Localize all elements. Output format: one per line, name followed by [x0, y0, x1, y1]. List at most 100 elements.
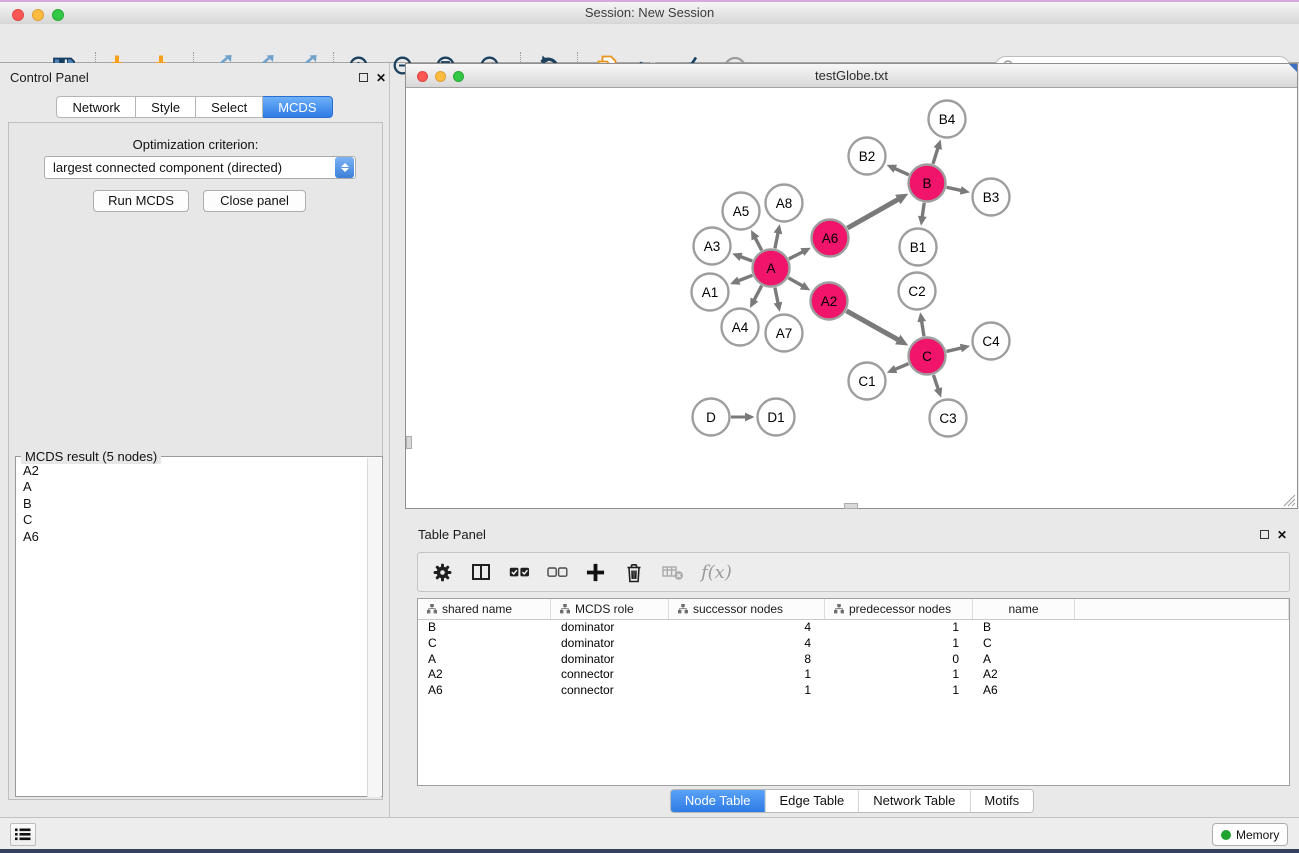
close-panel-button[interactable]: Close panel	[203, 190, 306, 212]
splitter-handle-bottom[interactable]	[844, 503, 858, 509]
graph-edge-arrowhead	[917, 312, 926, 322]
table-cell: B	[418, 620, 551, 636]
tab-style[interactable]: Style	[136, 96, 196, 118]
column-label: predecessor nodes	[849, 602, 951, 616]
network-view-window: testGlobe.txt A5A8A3AA1A4A7A6A2B2B4BB3B1…	[405, 63, 1298, 509]
column-header-successor-nodes[interactable]: successor nodes	[669, 599, 825, 619]
graph-edge-C-C2[interactable]	[922, 321, 924, 337]
graph-edge-A-A7[interactable]	[775, 288, 778, 304]
select-stepper-icon	[335, 157, 354, 178]
table-row[interactable]: Adominator80A	[418, 652, 1289, 668]
graph-node-label-B1: B1	[910, 240, 927, 255]
deselect-all-button[interactable]	[547, 563, 568, 581]
column-header-predecessor-nodes[interactable]: predecessor nodes	[825, 599, 973, 619]
close-panel-icon[interactable]: ✕	[376, 71, 386, 85]
table-cell: 1	[669, 683, 825, 699]
graph-edge-A-A1[interactable]	[738, 275, 752, 281]
table-cell: 1	[825, 636, 973, 652]
column-header-mcds-role[interactable]: MCDS role	[551, 599, 669, 619]
column-type-icon	[560, 604, 570, 614]
function-builder-button[interactable]: f(x)	[701, 562, 732, 583]
column-type-icon	[834, 604, 844, 614]
criterion-select-value: largest connected component (directed)	[45, 160, 335, 175]
graph-node-label-A4: A4	[732, 320, 749, 335]
tab-network-table[interactable]: Network Table	[858, 790, 969, 812]
resize-grip-icon[interactable]	[1282, 493, 1296, 507]
graph-edge-A-A4[interactable]	[754, 286, 762, 301]
column-type-icon	[678, 604, 688, 614]
float-table-panel-icon[interactable]	[1260, 530, 1269, 539]
float-panel-icon[interactable]	[359, 73, 368, 82]
table-cell: 1	[825, 667, 973, 683]
network-window-title: testGlobe.txt	[406, 64, 1297, 88]
splitter-handle-left[interactable]	[406, 436, 412, 449]
mcds-result-item[interactable]: A6	[16, 529, 368, 545]
graph-edge-C-C1[interactable]	[895, 364, 909, 370]
result-scrollbar[interactable]	[367, 458, 381, 797]
tab-motifs[interactable]: Motifs	[969, 790, 1033, 812]
mcds-result-item[interactable]: A	[16, 479, 368, 495]
graph-edge-A-A3[interactable]	[740, 256, 752, 261]
task-history-button[interactable]	[10, 823, 36, 846]
column-header-filler	[1075, 599, 1289, 619]
tab-mcds[interactable]: MCDS	[263, 96, 332, 118]
status-bar: Memory	[0, 817, 1299, 849]
mcds-result-item[interactable]: C	[16, 512, 368, 528]
minimize-window-button[interactable]	[32, 9, 44, 21]
network-canvas[interactable]: A5A8A3AA1A4A7A6A2B2B4BB3B1C2CC4C1C3DD1	[406, 88, 1297, 508]
graph-edge-C-C3[interactable]	[933, 375, 938, 390]
add-column-button[interactable]	[585, 562, 606, 583]
mcds-result-box: MCDS result (5 nodes) A2ABCA6	[15, 456, 383, 797]
run-mcds-button[interactable]: Run MCDS	[93, 190, 189, 212]
graph-edge-A6-B[interactable]	[847, 199, 898, 228]
table-toolbar: f(x)	[417, 552, 1290, 592]
control-panel-header: Control Panel ✕	[0, 69, 389, 87]
graph-edge-A2-C[interactable]	[846, 311, 898, 340]
delete-table-button[interactable]	[662, 563, 684, 581]
delete-columns-button[interactable]	[623, 561, 645, 584]
graph-edge-B-B1[interactable]	[922, 203, 924, 217]
close-window-button[interactable]	[12, 9, 24, 21]
graph-edge-arrowhead	[934, 387, 942, 397]
tab-node-table[interactable]: Node Table	[671, 790, 765, 812]
close-table-panel-icon[interactable]: ✕	[1277, 528, 1287, 542]
main-toolbar	[0, 24, 1299, 63]
graph-edge-B-B4[interactable]	[933, 148, 938, 164]
graph-edge-B-B2[interactable]	[894, 168, 908, 174]
column-header-shared-name[interactable]: shared name	[418, 599, 551, 619]
tab-select[interactable]: Select	[196, 96, 263, 118]
table-header-row: shared nameMCDS rolesuccessor nodes prede…	[418, 599, 1289, 620]
network-graph[interactable]: A5A8A3AA1A4A7A6A2B2B4BB3B1C2CC4C1C3DD1	[406, 88, 1297, 508]
minimize-network-window-button[interactable]	[435, 71, 446, 82]
mcds-result-item[interactable]: A2	[16, 463, 368, 479]
mcds-result-item[interactable]: B	[16, 496, 368, 512]
graph-edge-B-B3[interactable]	[947, 187, 962, 190]
memory-button[interactable]: Memory	[1212, 823, 1288, 846]
graph-edge-arrowhead	[934, 140, 942, 150]
split-view-button[interactable]	[470, 562, 492, 582]
graph-node-label-C3: C3	[939, 411, 956, 426]
column-header-name[interactable]: name	[973, 599, 1075, 619]
criterion-select[interactable]: largest connected component (directed)	[44, 156, 356, 179]
graph-edge-C-C4[interactable]	[946, 348, 961, 352]
table-row[interactable]: A2connector11A2	[418, 667, 1289, 683]
table-cell: A	[418, 652, 551, 668]
graph-edge-arrowhead	[918, 216, 927, 226]
graph-edge-A-A5[interactable]	[755, 238, 762, 251]
zoom-network-window-button[interactable]	[453, 71, 464, 82]
table-settings-button[interactable]	[432, 562, 453, 583]
graph-edge-A-A6[interactable]	[789, 252, 803, 259]
select-all-icon	[509, 563, 530, 581]
tab-edge-table[interactable]: Edge Table	[764, 790, 858, 812]
zoom-window-button[interactable]	[52, 9, 64, 21]
tab-network[interactable]: Network	[56, 96, 136, 118]
table-row[interactable]: Cdominator41C	[418, 636, 1289, 652]
graph-edge-A-A8[interactable]	[775, 232, 778, 248]
plus-icon	[585, 562, 606, 583]
close-network-window-button[interactable]	[417, 71, 428, 82]
graph-edge-A-A2[interactable]	[788, 278, 803, 286]
table-type-tabs: Node TableEdge TableNetwork TableMotifs	[670, 789, 1034, 813]
table-row[interactable]: Bdominator41B	[418, 620, 1289, 636]
table-row[interactable]: A6connector11A6	[418, 683, 1289, 699]
select-all-button[interactable]	[509, 563, 530, 581]
